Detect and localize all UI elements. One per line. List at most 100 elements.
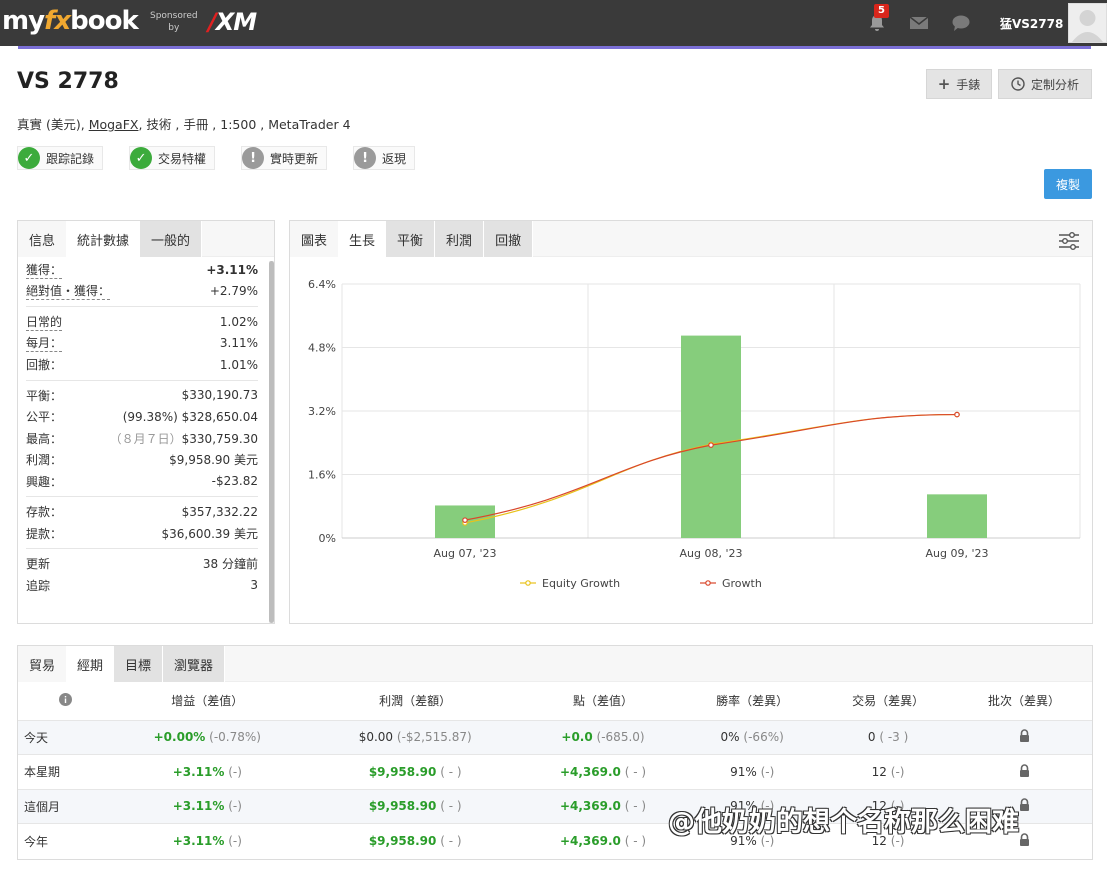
stat-tracking: 追踪 3 bbox=[26, 578, 258, 593]
tab-goals[interactable]: 目標 bbox=[114, 646, 164, 682]
stat-updated: 更新 38 分鐘前 bbox=[26, 557, 258, 572]
winrate-cell: 91% (-) bbox=[684, 754, 821, 789]
custom-analysis-button[interactable]: 定制分析 bbox=[998, 69, 1092, 99]
copy-button[interactable]: 複製 bbox=[1044, 169, 1092, 199]
username[interactable]: 猛VS2778 bbox=[1000, 15, 1063, 32]
account-details: 真實 (美元), MogaFX, 技術 , 手冊 , 1:500 , MetaT… bbox=[17, 114, 351, 133]
growth-bar bbox=[681, 335, 741, 538]
lots-cell bbox=[956, 754, 1092, 789]
table-row: 今天 +0.00% (-0.78%) $0.00 (-$2,515.87) +0.0 … bbox=[18, 719, 1092, 755]
tab-growth[interactable]: 生長 bbox=[338, 221, 387, 257]
stat-gain: 獲得： +3.11% bbox=[26, 262, 258, 279]
sliders-icon[interactable] bbox=[1058, 231, 1080, 251]
x-tick-label: Aug 07, '23 bbox=[434, 547, 497, 560]
clock-icon bbox=[1011, 77, 1025, 91]
pips-cell: +4,369.0 ( - ) bbox=[521, 754, 685, 789]
stat-abs-gain: 絕對值・獲得： +2.79% bbox=[26, 284, 258, 301]
mail-icon[interactable] bbox=[909, 13, 929, 33]
pips-cell: +0.0 (-685.0) bbox=[521, 719, 685, 755]
legend-marker bbox=[705, 580, 711, 586]
check-icon: ✓ bbox=[18, 147, 40, 169]
growth-chart: 0% 1.6% 3.2% 4.8% 6.4% Aug 07, '23 Aug 08, '23… bbox=[308, 278, 1081, 590]
col-winrate[interactable]: 勝率（差異） bbox=[684, 682, 820, 720]
x-tick-label: Aug 09, '23 bbox=[926, 547, 989, 560]
tab-profit[interactable]: 利潤 bbox=[435, 221, 485, 257]
exclamation-icon: ! bbox=[242, 147, 265, 169]
profit-cell: $9,958.90 ( - ) bbox=[308, 823, 522, 858]
sponsored-label: Sponsored by bbox=[150, 11, 198, 33]
accent-strip bbox=[0, 46, 1107, 50]
tab-statistics[interactable]: 統計數據 bbox=[66, 221, 141, 257]
stat-interest: 興趣： -$23.82 bbox=[26, 474, 258, 489]
trades-cell: 12 (-) bbox=[820, 754, 957, 789]
lock-icon bbox=[1019, 833, 1029, 846]
exclamation-icon: ! bbox=[354, 147, 377, 169]
badge-live-update[interactable]: ! 實時更新 bbox=[241, 146, 328, 170]
tab-info[interactable]: 信息 bbox=[18, 221, 67, 257]
chart-panel: 圖表 生長 平衡 利潤 回撤 0% 1.6% 3.2% 4.8% 6.4% Aug 07,… bbox=[289, 220, 1093, 624]
x-tick-label: Aug 08, '23 bbox=[680, 547, 743, 560]
badge-cashback[interactable]: ! 返現 bbox=[353, 146, 416, 170]
xm-sponsor-logo[interactable]: /XM bbox=[208, 8, 257, 36]
table-row: 本星期 +3.11% (-) $9,958.90 ( - ) +4,369.0 ( -… bbox=[18, 754, 1092, 789]
growth-bar bbox=[927, 494, 987, 538]
profit-cell: $9,958.90 ( - ) bbox=[308, 788, 522, 824]
col-gain[interactable]: 增益（差值） bbox=[106, 682, 309, 720]
tab-trades[interactable]: 貿易 bbox=[18, 646, 67, 682]
trades-cell: 0 ( -3 ) bbox=[820, 719, 957, 755]
lots-cell bbox=[956, 719, 1092, 755]
stats-panel: 信息 統計數據 一般的 獲得： +3.11% 絕對值・獲得： +2.79% 日常的 1… bbox=[17, 220, 275, 624]
legend-marker bbox=[525, 580, 531, 586]
legend-label: Equity Growth bbox=[542, 577, 620, 590]
period-label: 這個月 bbox=[18, 788, 106, 824]
tab-browser[interactable]: 瀏覽器 bbox=[163, 646, 226, 682]
stat-withdrawals: 提款： $36,600.39 美元 bbox=[26, 526, 258, 541]
tab-periods[interactable]: 經期 bbox=[66, 646, 115, 682]
stat-monthly: 每月： 3.11% bbox=[26, 336, 258, 353]
badge-trading-privileges[interactable]: ✓ 交易特權 bbox=[129, 146, 216, 170]
profit-cell: $0.00 (-$2,515.87) bbox=[308, 719, 522, 755]
stats-scrollbar[interactable] bbox=[269, 261, 274, 623]
col-pips[interactable]: 點（差值） bbox=[522, 682, 684, 720]
col-lots[interactable]: 批次（差異） bbox=[956, 682, 1092, 720]
account-type: 真實 (美元), bbox=[17, 117, 85, 132]
tab-general[interactable]: 一般的 bbox=[140, 221, 203, 257]
tab-balance[interactable]: 平衡 bbox=[386, 221, 436, 257]
tab-drawdown[interactable]: 回撤 bbox=[484, 221, 534, 257]
gain-cell: +0.00% (-0.78%) bbox=[106, 719, 309, 755]
chat-icon[interactable] bbox=[951, 13, 971, 33]
period-label: 今天 bbox=[18, 719, 106, 755]
broker-link[interactable]: MogaFX bbox=[89, 117, 139, 132]
myfxbook-logo[interactable]: myfxbook bbox=[2, 6, 139, 36]
y-tick-label: 4.8% bbox=[308, 342, 336, 355]
y-tick-label: 1.6% bbox=[308, 469, 336, 482]
account-details-text: , 技術 , 手冊 , 1:500 , MetaTrader 4 bbox=[138, 117, 351, 132]
notification-badge: 5 bbox=[874, 4, 889, 18]
info-icon[interactable] bbox=[18, 682, 106, 720]
y-tick-label: 0% bbox=[319, 532, 336, 545]
verification-badges: ✓ 跟踪記錄 ✓ 交易特權 ! 實時更新 ! 返現 bbox=[17, 146, 416, 170]
page-title: VS 2778 bbox=[17, 69, 119, 94]
pips-cell: +4,369.0 ( - ) bbox=[521, 788, 685, 824]
check-icon: ✓ bbox=[130, 147, 153, 169]
stat-profit: 利潤： $9,958.90 美元 bbox=[26, 453, 258, 468]
series-point bbox=[462, 517, 468, 523]
badge-track-record[interactable]: ✓ 跟踪記錄 bbox=[17, 146, 104, 170]
plus-icon: + bbox=[937, 75, 951, 93]
watch-button[interactable]: + 手錶 bbox=[926, 69, 992, 99]
lock-icon bbox=[1019, 764, 1029, 777]
avatar[interactable] bbox=[1068, 3, 1107, 43]
gain-cell: +3.11% (-) bbox=[106, 788, 309, 824]
series-point bbox=[954, 411, 960, 418]
lock-icon bbox=[1019, 798, 1029, 812]
gain-cell: +3.11% (-) bbox=[106, 823, 309, 858]
legend-label: Growth bbox=[722, 577, 762, 590]
col-trades[interactable]: 交易（差異） bbox=[820, 682, 956, 720]
stat-equity: 公平： (99.38%) $328,650.04 bbox=[26, 409, 258, 425]
col-profit[interactable]: 利潤（差額） bbox=[309, 682, 522, 720]
tab-chart[interactable]: 圖表 bbox=[290, 221, 339, 257]
chart-tabs: 圖表 生長 平衡 利潤 回撤 bbox=[290, 221, 1092, 257]
y-tick-label: 3.2% bbox=[308, 405, 336, 418]
stat-deposits: 存款： $357,332.22 bbox=[26, 504, 258, 520]
stat-daily: 日常的 1.02% bbox=[26, 314, 258, 331]
